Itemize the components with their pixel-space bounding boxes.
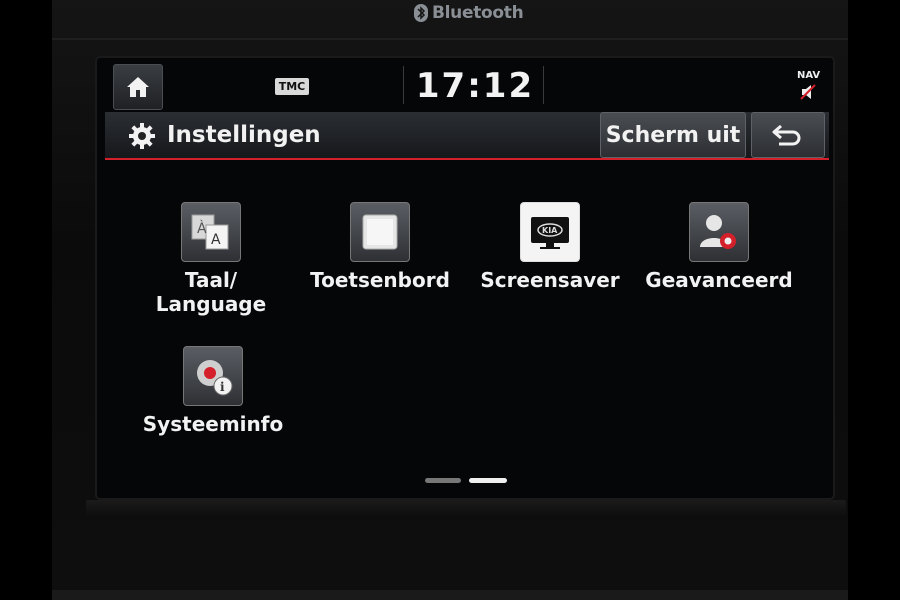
page-indicator[interactable] bbox=[425, 476, 511, 484]
menu-label-advanced: Geavanceerd bbox=[645, 268, 793, 292]
bezel-divider bbox=[52, 38, 848, 40]
back-arrow-icon bbox=[772, 124, 801, 146]
menu-label-system-info: Systeeminfo bbox=[142, 412, 284, 436]
status-separator bbox=[543, 66, 544, 104]
menu-item-system-info[interactable]: i Systeeminfo bbox=[128, 346, 298, 436]
title-bar: Instellingen Scherm uit bbox=[105, 112, 829, 160]
svg-text:À: À bbox=[197, 220, 207, 237]
svg-text:i: i bbox=[220, 380, 225, 394]
back-button[interactable] bbox=[751, 112, 825, 158]
bluetooth-label: Bluetooth bbox=[432, 3, 524, 23]
menu-label-language: Taal/ Language bbox=[155, 268, 267, 316]
status-separator bbox=[403, 66, 404, 104]
nav-indicator: NAV bbox=[797, 70, 821, 81]
bluetooth-logo: Bluetooth bbox=[414, 2, 524, 24]
svg-text:A: A bbox=[211, 232, 221, 248]
gear-icon bbox=[129, 123, 155, 149]
menu-item-advanced[interactable]: Geavanceerd bbox=[634, 202, 804, 292]
screen-off-button[interactable]: Scherm uit bbox=[600, 112, 746, 158]
language-icon: À A bbox=[181, 202, 241, 262]
nav-mute-icon bbox=[800, 84, 816, 100]
status-bar: TMC 17:12 NAV bbox=[97, 58, 833, 110]
page-dot-1[interactable] bbox=[425, 478, 461, 483]
advanced-settings-icon bbox=[689, 202, 749, 262]
svg-text:KIA: KIA bbox=[542, 226, 558, 235]
home-icon bbox=[127, 77, 149, 97]
page-title: Instellingen bbox=[167, 122, 321, 148]
clock: 17:12 bbox=[415, 66, 535, 106]
tmc-indicator: TMC bbox=[275, 78, 309, 95]
page-dot-2-active[interactable] bbox=[469, 478, 507, 483]
menu-label-screensaver: Screensaver bbox=[480, 268, 620, 292]
keyboard-icon bbox=[350, 202, 410, 262]
bezel-bottom-strip bbox=[52, 590, 848, 600]
screensaver-icon: KIA bbox=[520, 202, 580, 262]
menu-label-keyboard: Toetsenbord bbox=[310, 268, 450, 292]
menu-item-language[interactable]: À A Taal/ Language bbox=[126, 202, 296, 316]
menu-item-screensaver[interactable]: KIA Screensaver bbox=[465, 202, 635, 292]
lower-bezel bbox=[86, 500, 846, 518]
infotainment-screen: TMC 17:12 NAV Instellingen Scherm uit À … bbox=[97, 58, 833, 498]
menu-item-keyboard[interactable]: Toetsenbord bbox=[295, 202, 465, 292]
bluetooth-icon bbox=[414, 4, 428, 22]
home-button[interactable] bbox=[113, 64, 163, 110]
system-info-icon: i bbox=[183, 346, 243, 406]
